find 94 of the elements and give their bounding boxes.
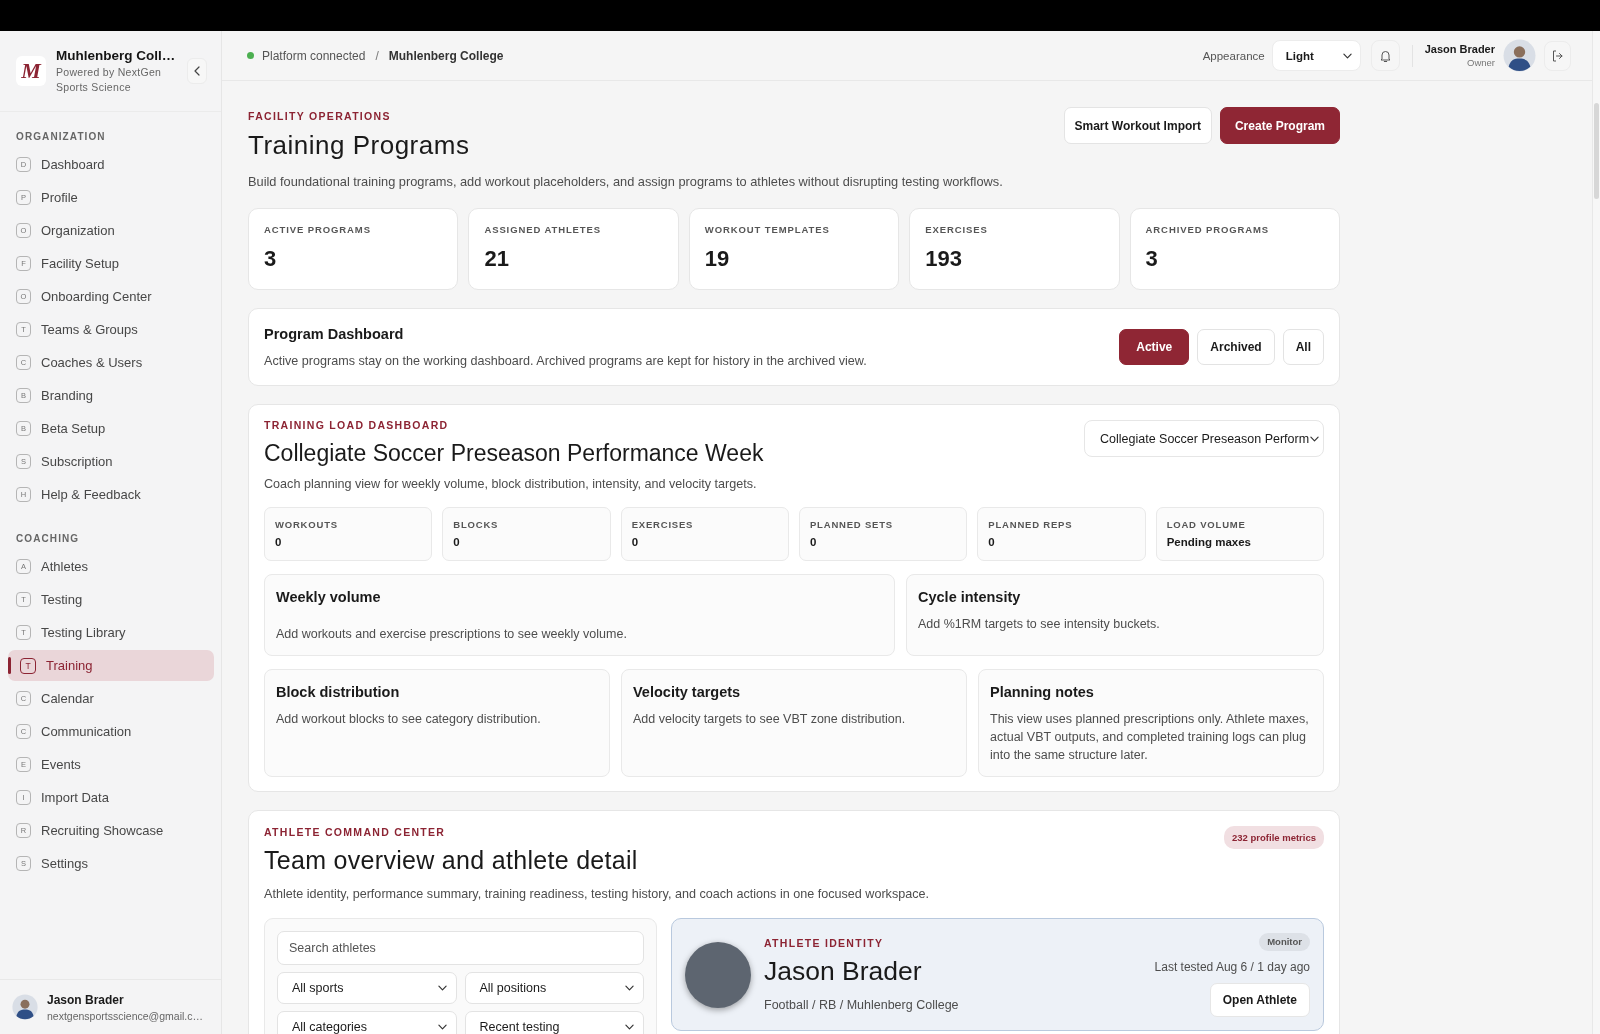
metric-label: WORKOUTS bbox=[275, 519, 338, 530]
user-name: Jason Brader bbox=[1424, 43, 1495, 55]
brand-tagline: Powered by NextGen Sports Science bbox=[56, 64, 163, 95]
stat-label: EXERCISES bbox=[925, 224, 988, 235]
metric-value: 0 bbox=[453, 536, 460, 548]
logout-button[interactable] bbox=[1544, 40, 1571, 71]
breadcrumb-link[interactable]: Muhlenberg College bbox=[388, 48, 504, 63]
metric-value: 0 bbox=[275, 536, 282, 548]
connection-status: Platform connected bbox=[262, 48, 366, 63]
metric-value: 0 bbox=[988, 536, 995, 548]
section-eyebrow: ATHLETE COMMAND CENTER bbox=[264, 826, 446, 838]
user-role: Owner bbox=[1466, 57, 1495, 68]
sidebar-nav-item[interactable]: T Training bbox=[8, 650, 214, 681]
chevron-down-icon bbox=[1342, 52, 1352, 59]
card-description: Coach planning view for weekly volume, block distribution, intensity, and velocity targets. bbox=[264, 477, 757, 491]
create-program-button[interactable]: Create Program bbox=[1219, 107, 1340, 144]
metric-label: EXERCISES bbox=[631, 519, 694, 530]
profile-metrics-tag: 232 profile metrics bbox=[1224, 826, 1324, 849]
appearance-select[interactable]: Light bbox=[1271, 40, 1361, 71]
section-eyebrow: ATHLETE IDENTITY bbox=[764, 937, 884, 949]
brand-logo: M bbox=[16, 56, 46, 86]
chevron-down-icon bbox=[625, 1024, 634, 1030]
metric-value: 0 bbox=[810, 536, 817, 548]
metric-value: 0 bbox=[631, 536, 639, 548]
chevron-down-icon bbox=[437, 985, 447, 991]
stat-label: ARCHIVED PROGRAMS bbox=[1145, 224, 1270, 235]
user-name: Jason Brader bbox=[47, 992, 125, 1007]
sidebar-section-title: ORGANIZATION bbox=[16, 131, 106, 142]
panel-text: Add workouts and exercise prescriptions to see weekly volume. bbox=[276, 626, 628, 643]
panel-title: Cycle intensity bbox=[918, 589, 1022, 605]
sidebar-section-title: COACHING bbox=[16, 533, 80, 544]
athlete-details: Football / RB / Muhlenberg College bbox=[764, 998, 959, 1012]
stat-value: 21 bbox=[484, 246, 509, 272]
card-description: Active programs stay on the working dashboard. Archived programs are kept for history in the archived view. bbox=[264, 354, 867, 368]
last-tested-text: Last tested Aug 6 / 1 day ago bbox=[1154, 959, 1310, 974]
filter-select[interactable]: Recent testing bbox=[464, 1011, 644, 1034]
panel-title: Planning notes bbox=[990, 684, 1095, 700]
program-title: Collegiate Soccer Preseason Performance Week bbox=[264, 440, 764, 467]
section-title: Team overview and athlete detail bbox=[264, 846, 638, 875]
logout-icon bbox=[1551, 48, 1564, 63]
status-tag: Monitor bbox=[1259, 932, 1310, 951]
stat-value: 3 bbox=[1145, 246, 1158, 272]
stat-label: WORKOUT TEMPLATES bbox=[704, 224, 830, 235]
metric-label: BLOCKS bbox=[453, 519, 499, 530]
breadcrumb-separator: / bbox=[375, 48, 379, 63]
import-button[interactable]: Smart Workout Import bbox=[1063, 107, 1212, 144]
filter-select[interactable]: All positions bbox=[464, 972, 644, 1004]
stat-value: 193 bbox=[925, 246, 962, 272]
filter-toggle[interactable]: Active bbox=[1119, 329, 1190, 365]
user-avatar-icon bbox=[1503, 39, 1536, 72]
stat-value: 19 bbox=[704, 246, 730, 272]
scrollbar-track[interactable] bbox=[1592, 31, 1600, 1034]
user-email: nextgensportsscience@gmail.c… bbox=[47, 1009, 203, 1022]
metric-label: PLANNED SETS bbox=[810, 519, 893, 530]
appearance-label: Appearance bbox=[1202, 49, 1265, 62]
chevron-left-icon bbox=[194, 66, 200, 76]
chevron-down-icon bbox=[1310, 435, 1319, 442]
panel-text: Add workout blocks to see category distribution. bbox=[276, 711, 542, 728]
athlete-name: Jason Brader bbox=[764, 956, 922, 987]
page-description: Build foundational training programs, add workout placeholders, and assign programs to athletes without disrupting testing workflows. bbox=[248, 174, 1003, 189]
panel-title: Velocity targets bbox=[633, 684, 742, 700]
collapse-sidebar-button[interactable] bbox=[187, 58, 207, 84]
metric-label: LOAD VOLUME bbox=[1166, 519, 1246, 530]
nav-initial: T bbox=[20, 657, 36, 674]
panel-text: This view uses planned prescriptions only. Athlete maxes, actual VBT outputs, and completed training logs can plug into the same structure later. bbox=[990, 711, 1310, 764]
section-eyebrow: FACILITY OPERATIONS bbox=[248, 110, 391, 122]
program-select[interactable]: Collegiate Soccer Preseason Perform bbox=[1084, 420, 1324, 457]
filter-select[interactable]: All categories bbox=[277, 1011, 457, 1034]
bell-icon bbox=[1378, 48, 1392, 63]
photo-placeholder bbox=[685, 941, 751, 1008]
panel-text: Add %1RM targets to see intensity buckets. bbox=[918, 616, 1161, 633]
panel-title: Weekly volume bbox=[276, 589, 382, 605]
filter-toggle[interactable]: Archived bbox=[1197, 329, 1275, 365]
card-title: Program Dashboard bbox=[264, 326, 404, 342]
metric-value: Pending maxes bbox=[1166, 536, 1252, 548]
scrollbar-thumb[interactable] bbox=[1594, 103, 1599, 199]
panel-title: Block distribution bbox=[276, 684, 401, 700]
search-field[interactable]: Search athletes bbox=[277, 931, 644, 965]
section-eyebrow: TRAINING LOAD DASHBOARD bbox=[264, 419, 449, 431]
panel-text: Add velocity targets to see VBT zone distribution. bbox=[633, 711, 907, 728]
chevron-down-icon bbox=[437, 1024, 447, 1030]
stat-label: ACTIVE PROGRAMS bbox=[264, 224, 371, 235]
page-title: Training Programs bbox=[248, 130, 470, 161]
filter-select[interactable]: All sports bbox=[277, 972, 457, 1004]
metric-label: PLANNED REPS bbox=[988, 519, 1073, 530]
user-avatar-icon bbox=[12, 994, 38, 1020]
chevron-down-icon bbox=[625, 985, 634, 991]
section-description: Athlete identity, performance summary, training readiness, testing history, and coach actions in one focused workspace. bbox=[264, 887, 929, 901]
filter-toggle[interactable]: All bbox=[1282, 329, 1324, 365]
notifications-button[interactable] bbox=[1370, 40, 1400, 71]
stat-label: ASSIGNED ATHLETES bbox=[484, 224, 602, 235]
open-athlete-button[interactable]: Open Athlete bbox=[1209, 982, 1310, 1017]
stat-value: 3 bbox=[264, 246, 277, 272]
brand-name: Muhlenberg Coll… bbox=[56, 47, 177, 63]
